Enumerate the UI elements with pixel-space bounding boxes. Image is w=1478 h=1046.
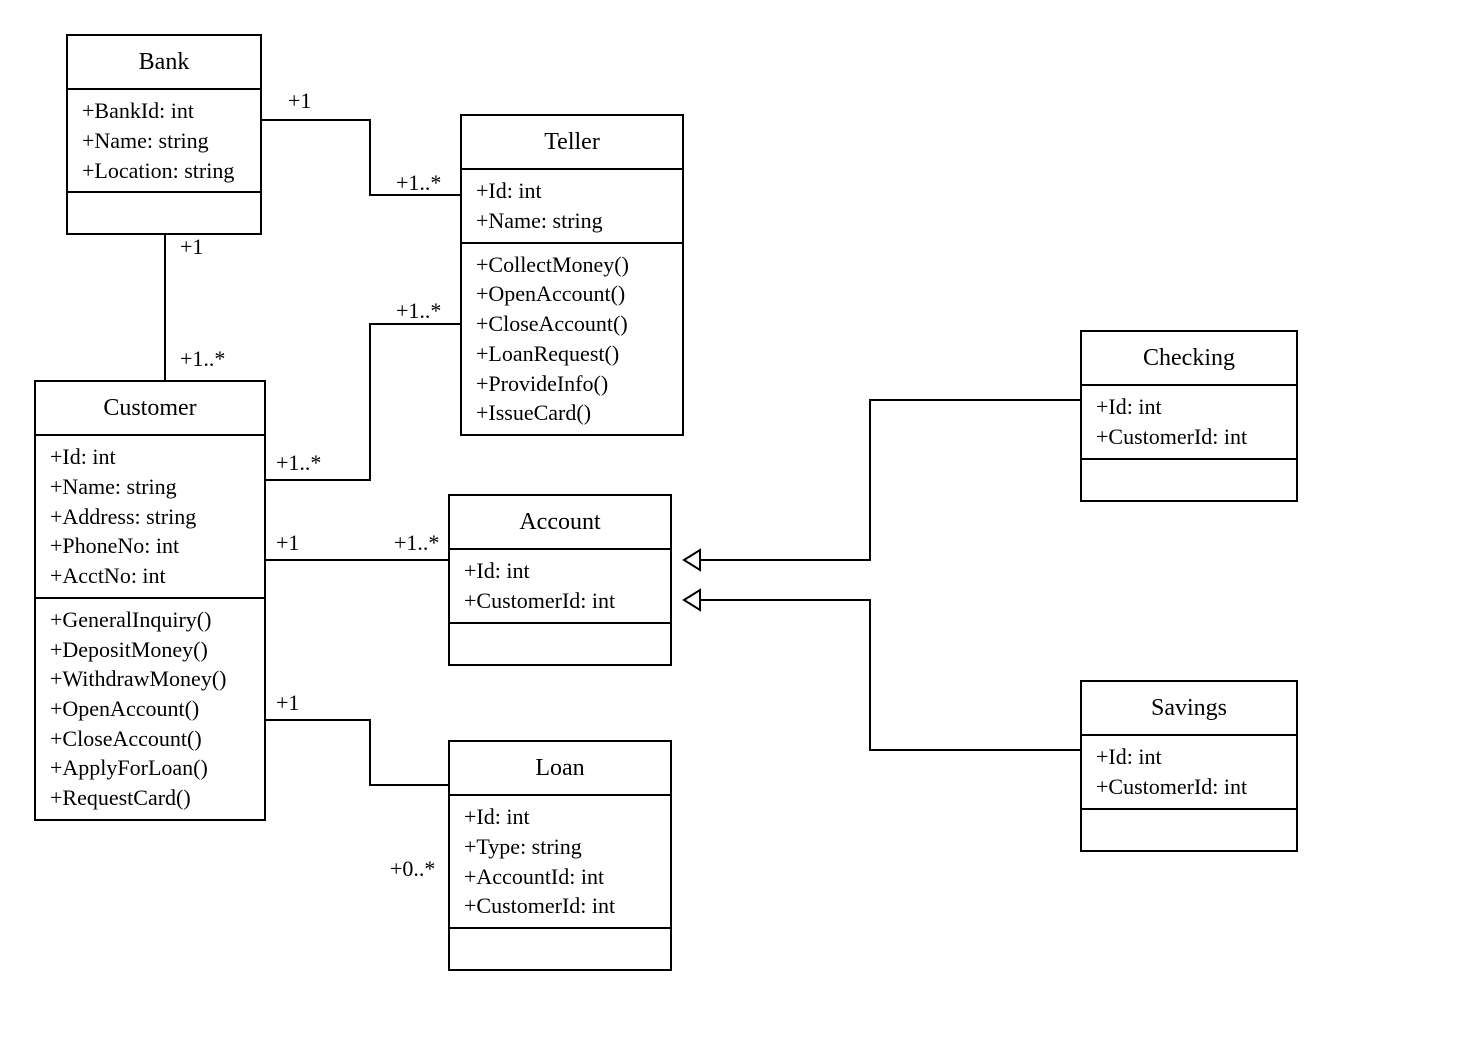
op: +CollectMoney() (476, 250, 670, 280)
class-checking-attributes: +Id: int +CustomerId: int (1082, 384, 1296, 457)
attr: +AcctNo: int (50, 561, 252, 591)
class-loan: Loan +Id: int +Type: string +AccountId: … (448, 740, 672, 971)
class-account-operations (450, 622, 670, 664)
attr: +Address: string (50, 502, 252, 532)
op: +LoanRequest() (476, 339, 670, 369)
class-checking: Checking +Id: int +CustomerId: int (1080, 330, 1298, 502)
attr: +Id: int (464, 556, 658, 586)
op: +ProvideInfo() (476, 369, 670, 399)
class-savings-title: Savings (1082, 682, 1296, 734)
op: +ApplyForLoan() (50, 753, 252, 783)
class-customer-operations: +GeneralInquiry() +DepositMoney() +Withd… (36, 597, 264, 819)
attr: +CustomerId: int (464, 891, 658, 921)
class-checking-operations (1082, 458, 1296, 500)
attr: +Id: int (50, 442, 252, 472)
class-bank-attributes: +BankId: int +Name: string +Location: st… (68, 88, 260, 191)
mult-cust-loan-customer: +1 (276, 690, 299, 716)
gen-checking-account (684, 400, 1080, 560)
class-teller-operations: +CollectMoney() +OpenAccount() +CloseAcc… (462, 242, 682, 434)
attr: +BankId: int (82, 96, 248, 126)
attr: +Id: int (1096, 392, 1284, 422)
attr: +CustomerId: int (1096, 422, 1284, 452)
class-checking-title: Checking (1082, 332, 1296, 384)
attr: +Id: int (476, 176, 670, 206)
attr: +CustomerId: int (464, 586, 658, 616)
attr: +Name: string (476, 206, 670, 236)
class-customer: Customer +Id: int +Name: string +Address… (34, 380, 266, 821)
assoc-customer-loan (266, 720, 448, 785)
gen-savings-account (684, 600, 1080, 750)
attr: +Location: string (82, 156, 248, 186)
attr: +Type: string (464, 832, 658, 862)
attr: +Id: int (464, 802, 658, 832)
class-loan-operations (450, 927, 670, 969)
class-savings-operations (1082, 808, 1296, 850)
attr: +CustomerId: int (1096, 772, 1284, 802)
op: +OpenAccount() (50, 694, 252, 724)
class-account-title: Account (450, 496, 670, 548)
attr: +Name: string (82, 126, 248, 156)
mult-cust-teller-teller: +1..* (396, 298, 441, 324)
op: +CloseAccount() (476, 309, 670, 339)
mult-bank-teller-teller: +1..* (396, 170, 441, 196)
mult-bank-customer-bank: +1 (180, 234, 203, 260)
attr: +Id: int (1096, 742, 1284, 772)
mult-cust-teller-customer: +1..* (276, 450, 321, 476)
mult-cust-account-customer: +1 (276, 530, 299, 556)
op: +RequestCard() (50, 783, 252, 813)
mult-bank-teller-bank: +1 (288, 88, 311, 114)
class-savings-attributes: +Id: int +CustomerId: int (1082, 734, 1296, 807)
class-teller: Teller +Id: int +Name: string +CollectMo… (460, 114, 684, 436)
op: +WithdrawMoney() (50, 664, 252, 694)
op: +GeneralInquiry() (50, 605, 252, 635)
class-account-attributes: +Id: int +CustomerId: int (450, 548, 670, 621)
op: +DepositMoney() (50, 635, 252, 665)
class-savings: Savings +Id: int +CustomerId: int (1080, 680, 1298, 852)
gen-arrow-checking (684, 550, 700, 570)
class-bank-operations (68, 191, 260, 233)
class-teller-attributes: +Id: int +Name: string (462, 168, 682, 241)
mult-bank-customer-customer: +1..* (180, 346, 225, 372)
class-customer-title: Customer (36, 382, 264, 434)
mult-cust-account-account: +1..* (394, 530, 439, 556)
class-loan-title: Loan (450, 742, 670, 794)
class-customer-attributes: +Id: int +Name: string +Address: string … (36, 434, 264, 596)
class-account: Account +Id: int +CustomerId: int (448, 494, 672, 666)
mult-cust-loan-loan: +0..* (390, 856, 435, 882)
attr: +AccountId: int (464, 862, 658, 892)
attr: +PhoneNo: int (50, 531, 252, 561)
class-teller-title: Teller (462, 116, 682, 168)
op: +IssueCard() (476, 398, 670, 428)
class-bank-title: Bank (68, 36, 260, 88)
op: +CloseAccount() (50, 724, 252, 754)
gen-arrow-savings (684, 590, 700, 610)
class-loan-attributes: +Id: int +Type: string +AccountId: int +… (450, 794, 670, 927)
class-bank: Bank +BankId: int +Name: string +Locatio… (66, 34, 262, 235)
attr: +Name: string (50, 472, 252, 502)
op: +OpenAccount() (476, 279, 670, 309)
